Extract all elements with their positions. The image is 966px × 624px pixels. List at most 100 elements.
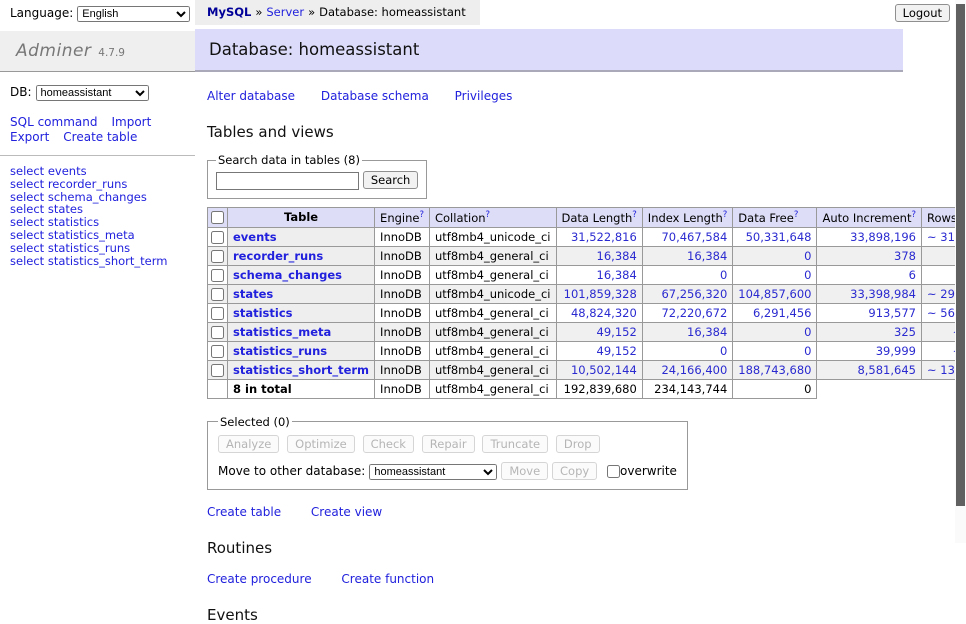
table-link[interactable]: recorder_runs <box>233 249 323 263</box>
main-content: MySQL»Server»Database: homeassistant Log… <box>195 0 955 624</box>
column-header-data-length: Data Length? <box>556 208 642 228</box>
search-input[interactable] <box>216 172 359 190</box>
db-select[interactable]: homeassistant <box>36 85 149 101</box>
events-heading: Events <box>207 606 955 624</box>
totals-index-length: 234,143,744 <box>642 379 733 398</box>
create-function-link[interactable]: Create function <box>341 572 434 586</box>
create-procedure-link[interactable]: Create procedure <box>207 572 312 586</box>
column-header-collation: Collation? <box>429 208 556 228</box>
sidebar: Language:English Adminer 4.7.9 DB:homeas… <box>0 0 195 267</box>
row-checkbox[interactable] <box>211 307 224 320</box>
database-schema-link[interactable]: Database schema <box>321 89 429 103</box>
table-body: eventsInnoDButf8mb4_unicode_ci31,522,816… <box>208 227 966 379</box>
table-link[interactable]: events <box>233 230 277 244</box>
create-table-link-main[interactable]: Create table <box>207 505 281 519</box>
help-icon[interactable]: ? <box>486 210 491 220</box>
column-header-table: Table <box>228 208 375 228</box>
help-icon[interactable]: ? <box>794 210 799 220</box>
sidebar-item-select-statistics-short-term[interactable]: select statistics_short_term <box>10 255 195 268</box>
help-icon[interactable]: ? <box>632 210 637 220</box>
index-length-cell: 72,220,672 <box>642 303 733 322</box>
export-link[interactable]: Export <box>10 130 49 144</box>
table-link[interactable]: statistics <box>233 306 293 320</box>
check-button[interactable]: Check <box>363 435 414 453</box>
overwrite-checkbox[interactable] <box>607 465 620 478</box>
scrollbar-thumb[interactable] <box>956 4 965 506</box>
help-icon[interactable]: ? <box>911 210 916 220</box>
create-table-link[interactable]: Create table <box>63 130 137 144</box>
collation-cell: utf8mb4_general_ci <box>429 265 556 284</box>
row-checkbox[interactable] <box>211 269 224 282</box>
sidebar-item-select-statistics-runs[interactable]: select statistics_runs <box>10 242 195 255</box>
sidebar-item-select-events[interactable]: select events <box>10 165 195 178</box>
help-icon[interactable]: ? <box>723 210 728 220</box>
table-footer: 8 in total InnoDB utf8mb4_general_ci 192… <box>208 379 966 398</box>
search-button[interactable]: Search <box>363 171 419 189</box>
totals-spacer <box>817 379 922 398</box>
select-all-checkbox[interactable] <box>211 211 224 224</box>
language-select[interactable]: English <box>77 6 190 22</box>
column-header-engine: Engine? <box>375 208 430 228</box>
privileges-link[interactable]: Privileges <box>455 89 513 103</box>
row-checkbox[interactable] <box>211 326 224 339</box>
engine-cell: InnoDB <box>375 341 430 360</box>
engine-cell: InnoDB <box>375 360 430 379</box>
alter-database-link[interactable]: Alter database <box>207 89 295 103</box>
table-row: statesInnoDButf8mb4_unicode_ci101,859,32… <box>208 284 966 303</box>
app-name: Adminer <box>16 41 91 61</box>
sidebar-item-select-statistics-meta[interactable]: select statistics_meta <box>10 229 195 242</box>
table-link[interactable]: statistics_runs <box>233 344 327 358</box>
table-link[interactable]: statistics_meta <box>233 325 331 339</box>
optimize-button[interactable]: Optimize <box>287 435 355 453</box>
auto-increment-cell: 33,398,984 <box>817 284 922 303</box>
row-checkbox[interactable] <box>211 231 224 244</box>
create-view-link[interactable]: Create view <box>311 505 382 519</box>
row-checkbox[interactable] <box>211 345 224 358</box>
table-row: statisticsInnoDButf8mb4_general_ci48,824… <box>208 303 966 322</box>
logout-button[interactable]: Logout <box>895 4 950 22</box>
search-fieldset: Search data in tables (8) Search <box>207 153 427 199</box>
table-header: Table Engine? Collation? Data Length? In… <box>208 208 966 228</box>
table-link[interactable]: schema_changes <box>233 268 342 282</box>
truncate-button[interactable]: Truncate <box>482 435 548 453</box>
data-free-cell: 188,743,680 <box>733 360 817 379</box>
table-link[interactable]: statistics_short_term <box>233 363 369 377</box>
index-length-cell: 0 <box>642 341 733 360</box>
copy-button[interactable]: Copy <box>552 462 597 480</box>
row-checkbox[interactable] <box>211 288 224 301</box>
repair-button[interactable]: Repair <box>422 435 475 453</box>
table-row: eventsInnoDButf8mb4_unicode_ci31,522,816… <box>208 227 966 246</box>
column-header-auto-increment: Auto Increment? <box>817 208 922 228</box>
breadcrumb-server-link[interactable]: Server <box>266 5 304 19</box>
collation-cell: utf8mb4_general_ci <box>429 360 556 379</box>
row-select-cell <box>208 322 228 341</box>
selected-actions-row: Analyze Optimize Check Repair Truncate D… <box>218 435 677 453</box>
vertical-scrollbar[interactable] <box>955 0 966 543</box>
drop-button[interactable]: Drop <box>556 435 600 453</box>
breadcrumb-current: Database: homeassistant <box>319 5 466 19</box>
move-button[interactable]: Move <box>501 462 548 480</box>
collation-cell: utf8mb4_general_ci <box>429 341 556 360</box>
sidebar-item-select-recorder-runs[interactable]: select recorder_runs <box>10 178 195 191</box>
data-length-cell: 49,152 <box>556 322 642 341</box>
row-checkbox[interactable] <box>211 364 224 377</box>
table-link[interactable]: states <box>233 287 273 301</box>
move-row: Move to other database:homeassistantMove… <box>218 462 677 480</box>
db-selector-row: DB:homeassistant <box>0 72 195 101</box>
import-link[interactable]: Import <box>111 115 151 129</box>
analyze-button[interactable]: Analyze <box>218 435 279 453</box>
collation-cell: utf8mb4_unicode_ci <box>429 227 556 246</box>
collation-cell: utf8mb4_general_ci <box>429 322 556 341</box>
data-free-cell: 104,857,600 <box>733 284 817 303</box>
row-checkbox[interactable] <box>211 250 224 263</box>
sql-command-link[interactable]: SQL command <box>10 115 97 129</box>
create-links: Create table Create view <box>207 505 955 519</box>
main-body: Alter database Database schema Privilege… <box>195 89 955 624</box>
move-database-select[interactable]: homeassistant <box>369 464 497 480</box>
help-icon[interactable]: ? <box>419 210 424 220</box>
engine-cell: InnoDB <box>375 284 430 303</box>
totals-row: 8 in total InnoDB utf8mb4_general_ci 192… <box>208 379 966 398</box>
select-all-cell <box>208 208 228 228</box>
breadcrumb-mysql-link[interactable]: MySQL <box>207 5 251 19</box>
table-name-cell: statistics_short_term <box>228 360 375 379</box>
